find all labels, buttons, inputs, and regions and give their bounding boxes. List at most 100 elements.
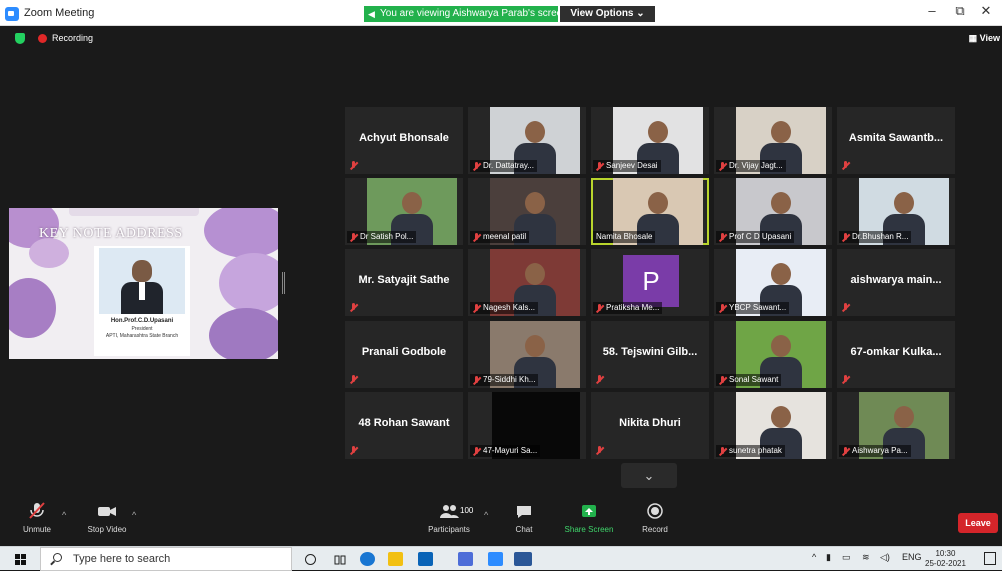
person-silhouette [771, 192, 791, 214]
video-options-caret[interactable]: ^ [132, 510, 136, 520]
leave-button[interactable]: Leave [958, 513, 998, 533]
participant-name: YBCP Sawant... [729, 303, 787, 312]
muted-mic-icon [472, 162, 481, 171]
volume-icon[interactable]: ◁) [880, 552, 890, 563]
participant-tile[interactable]: Dr Satish Pol... [345, 178, 463, 245]
participant-name-label: Pratiksha Me... [593, 302, 663, 314]
participant-tile[interactable]: Sonal Sawant [714, 321, 832, 388]
muted-mic-icon [349, 233, 358, 242]
participant-name: Dr Satish Pol... [360, 232, 414, 241]
muted-mic-icon [472, 447, 481, 456]
participant-name-label: Sanjeev Desai [593, 160, 661, 172]
participant-tile[interactable]: 58. Tejswini Gilb... [591, 321, 709, 388]
recording-icon [38, 34, 47, 43]
muted-mic-icon [841, 375, 850, 384]
participant-name-label: Sonal Sawant [716, 374, 782, 386]
battery-icon[interactable]: ▭ [842, 552, 851, 563]
person-silhouette [525, 121, 545, 143]
file-explorer-icon[interactable] [388, 552, 403, 566]
word-icon[interactable] [514, 552, 532, 566]
muted-mic-icon [841, 447, 850, 456]
next-page-button[interactable]: ⌄ [621, 463, 677, 488]
participants-options-caret[interactable]: ^ [484, 510, 488, 520]
participant-tile[interactable]: P Pratiksha Me... [591, 249, 709, 316]
taskbar-search-input[interactable]: Type here to search [40, 547, 292, 571]
participant-tile[interactable]: 67-omkar Kulka... [837, 321, 955, 388]
participant-tile[interactable]: Mr. Satyajit Sathe [345, 249, 463, 316]
taskbar-clock[interactable]: 10:30 25-02-2021 [925, 549, 966, 569]
flower-decoration [219, 253, 278, 313]
close-button[interactable]: ✕ [976, 3, 996, 19]
participant-name-label: Nagesh Kals... [470, 302, 539, 314]
cortana-icon[interactable] [305, 554, 316, 565]
chat-button[interactable]: Chat [510, 501, 538, 534]
recording-label: Recording [52, 33, 94, 43]
clock-date: 25-02-2021 [925, 559, 966, 568]
person-silhouette [402, 192, 422, 214]
participant-tile[interactable]: Sanjeev Desai [591, 107, 709, 174]
mail-icon[interactable] [418, 552, 433, 566]
windows-start-icon[interactable] [15, 554, 26, 565]
participant-tile[interactable]: 79-Siddhi Kh... [468, 321, 586, 388]
person-silhouette [771, 121, 791, 143]
person-silhouette [525, 335, 545, 357]
participant-tile[interactable]: sunetra phatak [714, 392, 832, 459]
participant-name-label: Dr Satish Pol... [347, 231, 417, 243]
participant-tile[interactable]: YBCP Sawant... [714, 249, 832, 316]
search-icon [53, 553, 62, 562]
participant-name-label: Namita Bhosale [593, 231, 656, 243]
shared-screen-view[interactable]: KEY NOTE ADDRESS Hon.Prof.C.D.Upasani Pr… [9, 208, 278, 359]
stop-video-button[interactable]: Stop Video [82, 501, 132, 534]
view-button[interactable]: ▦ View [969, 33, 1000, 44]
participant-tile[interactable]: aishwarya main... [837, 249, 955, 316]
participant-tile[interactable]: Nagesh Kals... [468, 249, 586, 316]
split-resize-handle[interactable] [282, 272, 285, 294]
participant-tile[interactable]: 48 Rohan Sawant [345, 392, 463, 459]
participant-tile[interactable]: Nikita Dhuri [591, 392, 709, 459]
windows-taskbar: Type here to search ^ ▮ ▭ ≋ ◁) ENG 10:30… [0, 546, 1002, 571]
wifi-icon[interactable]: ≋ [862, 552, 870, 563]
tray-overflow-icon[interactable]: ^ [812, 552, 816, 562]
participant-name: 47-Mayuri Sa... [483, 446, 538, 455]
whiteboard-app-icon[interactable] [458, 552, 473, 566]
person-silhouette [648, 121, 668, 143]
window-title: Zoom Meeting [24, 7, 95, 19]
participant-tile[interactable]: Prof C D Upasani [714, 178, 832, 245]
participant-tile[interactable]: 47-Mayuri Sa... [468, 392, 586, 459]
participant-name: Mr. Satyajit Sathe [358, 274, 450, 286]
edge-browser-icon[interactable] [360, 552, 375, 566]
muted-mic-icon [718, 304, 727, 313]
audio-options-caret[interactable]: ^ [62, 510, 66, 520]
zoom-taskbar-icon[interactable] [488, 552, 503, 566]
bluetooth-icon[interactable]: ▮ [826, 552, 831, 563]
notifications-icon[interactable] [984, 552, 996, 565]
share-screen-button[interactable]: Share Screen [561, 501, 617, 534]
participant-name-label: Dr.Bhushan R... [839, 231, 912, 243]
minimize-button[interactable]: – [922, 3, 942, 18]
muted-mic-icon [349, 161, 358, 170]
language-indicator[interactable]: ENG [902, 552, 922, 562]
participant-tile[interactable]: Dr. Dattatray... [468, 107, 586, 174]
participant-name: Dr. Vijay Jagt... [729, 161, 783, 170]
participant-name-label: 47-Mayuri Sa... [470, 445, 541, 457]
flower-decoration [29, 238, 69, 268]
participant-tile[interactable]: meenal patil [468, 178, 586, 245]
participant-tile[interactable]: Aishwarya Pa... [837, 392, 955, 459]
portrait-shirt [139, 282, 145, 300]
security-shield-icon[interactable] [15, 33, 25, 44]
record-icon [638, 501, 672, 521]
participant-tile[interactable]: Pranali Godbole [345, 321, 463, 388]
participant-tile[interactable]: Achyut Bhonsale [345, 107, 463, 174]
participant-tile[interactable]: Asmita Sawantb... [837, 107, 955, 174]
view-options-button[interactable]: View Options ⌄ [560, 6, 655, 22]
participant-tile[interactable]: Dr.Bhushan R... [837, 178, 955, 245]
participant-tile[interactable]: Dr. Vijay Jagt... [714, 107, 832, 174]
participant-name: Sanjeev Desai [606, 161, 658, 170]
record-button[interactable]: Record [638, 501, 672, 534]
muted-mic-icon [595, 446, 604, 455]
participant-name: Pranali Godbole [361, 346, 447, 358]
maximize-button[interactable]: ⧉ [950, 3, 970, 19]
task-view-icon[interactable] [334, 553, 346, 565]
unmute-button[interactable]: Unmute [20, 501, 54, 534]
participant-tile[interactable]: Namita Bhosale [591, 178, 709, 245]
